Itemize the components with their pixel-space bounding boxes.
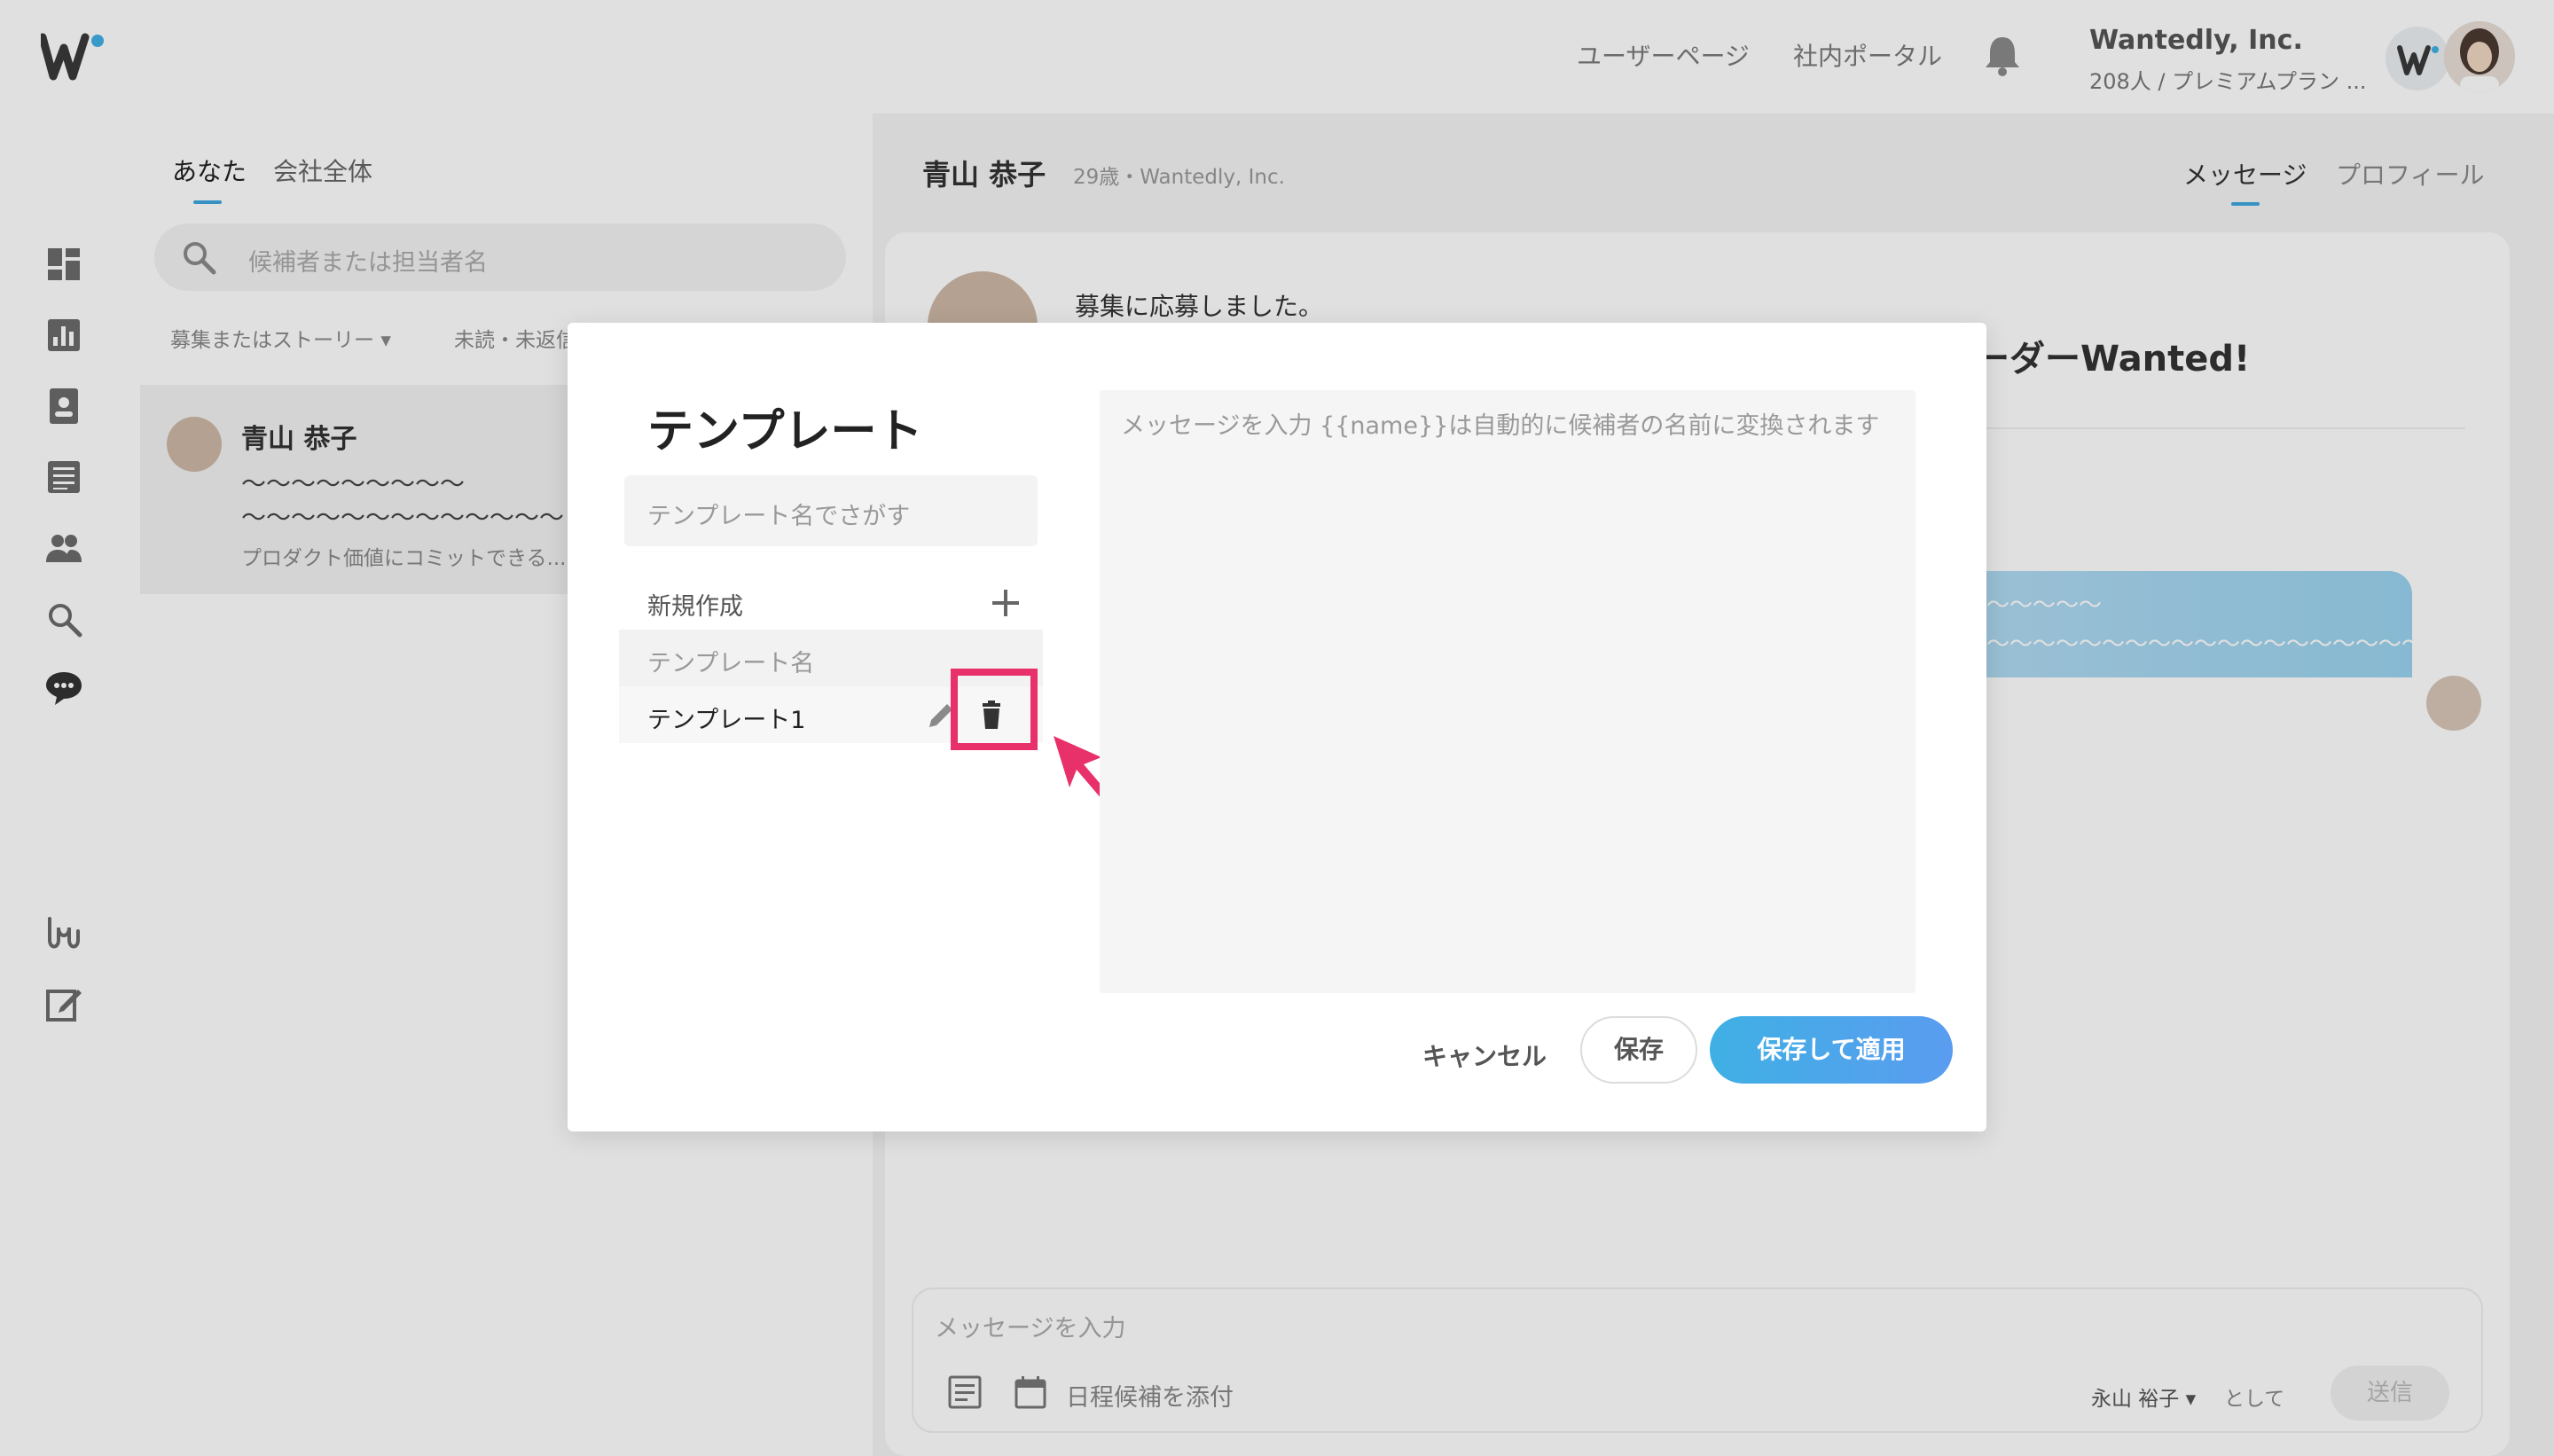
template-message-textarea[interactable]: メッセージを入力 {{name}}は自動的に候補者の名前に変換されます xyxy=(1100,390,1916,993)
delete-highlight-box xyxy=(951,669,1038,750)
save-and-apply-button[interactable]: 保存して適用 xyxy=(1710,1016,1953,1084)
template-search-placeholder: テンプレート名でさがす xyxy=(647,503,911,530)
cancel-button[interactable]: キャンセル xyxy=(1422,1037,1547,1073)
message-placeholder: メッセージを入力 {{name}}は自動的に候補者の名前に変換されます xyxy=(1121,412,1880,440)
template-name-header: テンプレート名 xyxy=(647,650,815,677)
new-template-row[interactable]: 新規作成 xyxy=(619,575,1043,631)
save-button[interactable]: 保存 xyxy=(1580,1016,1697,1084)
modal-title: テンプレート xyxy=(647,405,923,458)
new-template-label: 新規作成 xyxy=(647,593,743,621)
plus-icon[interactable] xyxy=(990,587,1022,619)
template-search-input[interactable]: テンプレート名でさがす xyxy=(624,475,1038,546)
template-item-name: テンプレート1 xyxy=(647,707,806,734)
template-modal: テンプレート テンプレート名でさがす 新規作成 テンプレート名 テンプレート1 … xyxy=(568,323,1986,1131)
